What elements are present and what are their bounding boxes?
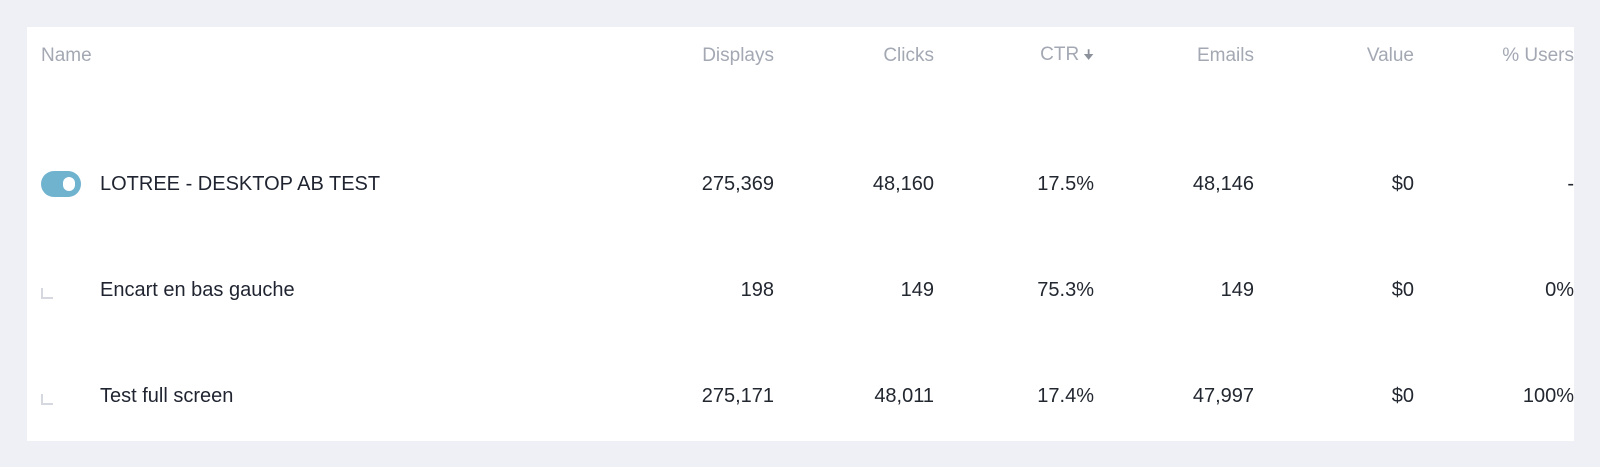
value-value: $0 <box>1391 384 1414 407</box>
column-header-value[interactable]: Value <box>1254 45 1414 67</box>
column-header-name[interactable]: Name <box>27 45 627 67</box>
users-value: 0% <box>1545 278 1574 301</box>
ctr-value: 17.5% <box>1037 172 1094 195</box>
displays-value: 198 <box>740 278 774 301</box>
campaign-name-cell: LOTREE - DESKTOP AB TEST <box>27 171 627 197</box>
value-value: $0 <box>1391 172 1414 195</box>
table-row[interactable]: Encart en bas gauche 198 149 75.3% 149 $… <box>27 237 1574 343</box>
emails-value: 48,146 <box>1192 172 1254 195</box>
branch-icon <box>41 393 53 405</box>
ctr-value: 17.4% <box>1037 384 1094 407</box>
emails-value: 149 <box>1220 278 1254 301</box>
value-value: $0 <box>1391 278 1414 301</box>
column-header-users[interactable]: % Users <box>1414 45 1574 67</box>
users-value: - <box>1567 172 1574 195</box>
table-row[interactable]: LOTREE - DESKTOP AB TEST 275,369 48,160 … <box>27 131 1574 237</box>
campaign-toggle[interactable] <box>41 171 81 197</box>
variant-name-cell: Encart en bas gauche <box>27 279 627 302</box>
arrow-down-icon: 🠋 <box>1083 47 1094 62</box>
column-header-ctr[interactable]: CTR 🠋 <box>934 44 1094 68</box>
campaign-table-card: Name Displays Clicks CTR 🠋 Emails Value %… <box>27 27 1574 441</box>
table-row[interactable]: Test full screen 275,171 48,011 17.4% 47… <box>27 343 1574 449</box>
clicks-value: 48,160 <box>872 172 934 195</box>
branch-icon <box>41 287 53 299</box>
displays-value: 275,369 <box>701 172 774 195</box>
variant-name[interactable]: Test full screen <box>100 385 233 408</box>
ctr-value: 75.3% <box>1037 278 1094 301</box>
variant-name-cell: Test full screen <box>27 385 627 408</box>
toggle-knob <box>63 177 75 191</box>
variant-name[interactable]: Encart en bas gauche <box>100 279 295 302</box>
column-header-clicks[interactable]: Clicks <box>774 45 934 67</box>
users-value: 100% <box>1522 384 1574 407</box>
clicks-value: 48,011 <box>874 384 934 407</box>
column-header-emails[interactable]: Emails <box>1094 45 1254 67</box>
column-header-displays[interactable]: Displays <box>627 45 774 67</box>
table-header: Name Displays Clicks CTR 🠋 Emails Value %… <box>27 27 1574 85</box>
clicks-value: 149 <box>900 278 934 301</box>
displays-value: 275,171 <box>701 384 774 407</box>
emails-value: 47,997 <box>1192 384 1254 407</box>
campaign-name[interactable]: LOTREE - DESKTOP AB TEST <box>100 173 380 196</box>
